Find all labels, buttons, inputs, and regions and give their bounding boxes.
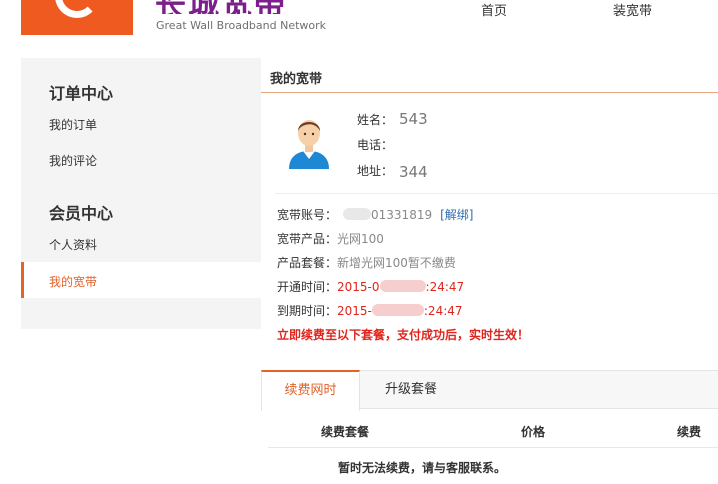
brand-logo[interactable] — [21, 0, 133, 35]
expire-time-suffix: :24:47 — [423, 304, 463, 318]
sidebar-group-order-title: 订单中心 — [49, 84, 114, 103]
product-row: 宽带产品：光网100 — [277, 230, 384, 247]
nav-home-link[interactable]: 首页 — [481, 0, 507, 19]
tab-bar: 续费网时 升级套餐 — [261, 370, 718, 411]
product-label: 宽带产品： — [277, 232, 338, 246]
name-label: 姓名： — [357, 113, 394, 127]
section-divider — [275, 193, 718, 194]
expire-time-label: 到期时间： — [277, 304, 338, 318]
sidebar-group-member-title: 会员中心 — [49, 204, 114, 223]
open-time-label: 开通时间： — [277, 280, 338, 294]
redacted-mask — [343, 208, 372, 220]
sidebar-item-profile[interactable]: 个人资料 — [49, 236, 97, 253]
sidebar-item-my-orders[interactable]: 我的订单 — [49, 116, 97, 133]
open-time-prefix: 2015-0 — [337, 280, 380, 294]
redacted-mask — [379, 280, 426, 292]
logo-ring-icon — [55, 0, 99, 18]
expire-time-prefix: 2015- — [337, 304, 372, 318]
open-time-suffix: :24:47 — [425, 280, 465, 294]
unbind-link[interactable]: [解绑] — [440, 208, 473, 222]
sidebar: 订单中心 我的订单 我的评论 会员中心 个人资料 我的宽带 — [21, 58, 261, 329]
nav-install-link[interactable]: 装宽带 — [613, 0, 652, 19]
package-value: 新增光网100暂不缴费 — [337, 256, 456, 270]
table-divider — [268, 447, 718, 448]
sidebar-item-label: 我的宽带 — [49, 275, 98, 289]
open-time-row: 开通时间：2015-0 :24:47 — [277, 278, 464, 295]
logo-cn-text: 长城宽带 — [155, 0, 287, 14]
expire-time-row: 到期时间：2015- :24:47 — [277, 302, 463, 319]
table-header-price: 价格 — [521, 425, 546, 439]
tab-renew-time[interactable]: 续费网时 — [261, 370, 360, 411]
user-avatar-icon — [289, 120, 329, 169]
sidebar-item-my-broadband[interactable]: 我的宽带 — [21, 262, 261, 298]
phone-label: 电话： — [357, 138, 394, 152]
sidebar-item-my-reviews[interactable]: 我的评论 — [49, 152, 97, 169]
name-value: 543 — [399, 110, 428, 128]
redacted-mask — [371, 304, 424, 316]
product-value: 光网100 — [337, 232, 384, 246]
table-empty-message: 暂时无法续费，请与客服联系。 — [338, 461, 507, 475]
table-header-package: 续费套餐 — [321, 425, 370, 439]
address-value: 344 — [399, 163, 428, 181]
address-label: 地址： — [357, 164, 394, 178]
package-row: 产品套餐：新增光网100暂不缴费 — [277, 254, 456, 271]
tab-upgrade-package[interactable]: 升级套餐 — [371, 370, 451, 409]
logo-wordmark: 长城宽带 — [155, 0, 325, 14]
renew-notice: 立即续费至以下套餐，支付成功后，实时生效！ — [277, 328, 530, 342]
account-value: 01331819 — [371, 208, 433, 222]
title-divider — [261, 92, 718, 93]
page-title: 我的宽带 — [270, 72, 323, 87]
account-row: 宽带账号： 01331819 [解绑] — [277, 206, 473, 223]
package-label: 产品套餐： — [277, 256, 338, 270]
account-label: 宽带账号： — [277, 208, 338, 222]
table-header-renew: 续费 — [677, 425, 702, 439]
logo-en-text: Great Wall Broadband Network — [156, 19, 327, 32]
page: 长城宽带 Great Wall Broadband Network 首页 装宽带… — [0, 0, 718, 484]
